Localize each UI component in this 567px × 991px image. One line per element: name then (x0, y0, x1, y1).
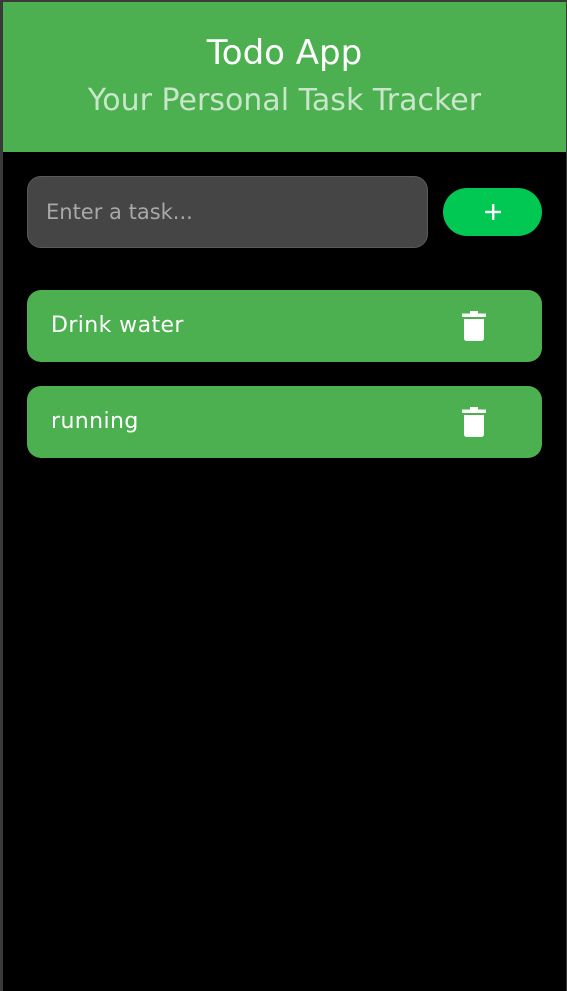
task-label: Drink water (51, 313, 184, 338)
app-screen: Todo App Your Personal Task Tracker Drin… (3, 2, 566, 991)
delete-task-button[interactable] (454, 402, 494, 442)
task-item: Drink water (27, 290, 542, 362)
app-subtitle: Your Personal Task Tracker (87, 83, 482, 118)
app-title: Todo App (206, 33, 363, 73)
plus-icon (484, 204, 501, 220)
task-list: Drink water running (27, 290, 542, 482)
task-item: running (27, 386, 542, 458)
trash-icon (462, 311, 486, 341)
task-input-container (27, 176, 428, 248)
trash-icon (462, 407, 486, 437)
add-task-button[interactable] (443, 188, 542, 236)
app-header: Todo App Your Personal Task Tracker (3, 2, 566, 152)
task-input[interactable] (28, 177, 427, 247)
delete-task-button[interactable] (454, 306, 494, 346)
task-label: running (51, 409, 139, 434)
